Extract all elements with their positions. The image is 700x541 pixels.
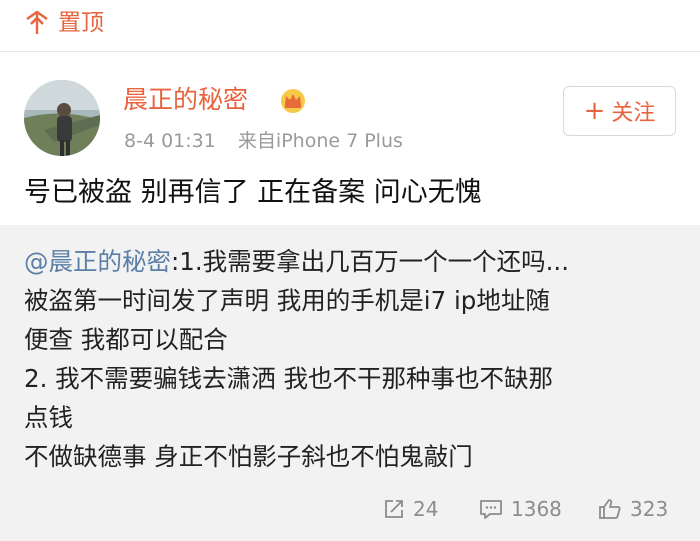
reposted-content[interactable]: @晨正的秘密:1.我需要拿出几百万一个一个还吗... 被盗第一时间发了声明 我用… (0, 225, 700, 541)
mention-link[interactable]: @晨正的秘密 (24, 247, 171, 276)
crown-icon (281, 89, 305, 113)
repost-line: @晨正的秘密:1.我需要拿出几百万一个一个还吗... (24, 247, 569, 276)
comment-icon (480, 500, 502, 519)
avatar[interactable] (24, 80, 100, 156)
divider (0, 51, 700, 52)
like-button[interactable]: 323 (598, 497, 668, 521)
post-source: 来自iPhone 7 Plus (237, 130, 403, 152)
pinned-header: 置顶 (0, 0, 700, 50)
repost-line: 2. 我不需要骗钱去潇洒 我也不干那种事也不缺那 (24, 364, 553, 393)
action-bar: 24 1368 323 (0, 497, 700, 527)
repost-button[interactable]: 24 (383, 497, 438, 521)
follow-button[interactable]: + 关注 (563, 86, 676, 136)
post-text: 号已被盗 别再信了 正在备案 问心无愧 (24, 177, 482, 208)
repost-line: 被盗第一时间发了声明 我用的手机是i7 ip地址随 (24, 286, 550, 315)
like-count: 323 (630, 497, 669, 521)
post-time: 8-4 01:31 (124, 130, 216, 152)
plus-icon: + (583, 96, 606, 126)
repost-line: 点钱 (24, 403, 73, 432)
repost-line: 不做缺德事 身正不怕影子斜也不怕鬼敲门 (24, 442, 473, 471)
pin-icon (26, 10, 48, 34)
author-name[interactable]: 晨正的秘密 (123, 84, 248, 116)
share-icon (385, 500, 403, 518)
comment-count: 1368 (511, 497, 562, 521)
repost-body: @晨正的秘密:1.我需要拿出几百万一个一个还吗... 被盗第一时间发了声明 我用… (24, 242, 684, 476)
comment-button[interactable]: 1368 (479, 497, 562, 521)
post-meta: 8-4 01:31 来自iPhone 7 Plus (124, 128, 403, 154)
follow-label: 关注 (611, 101, 656, 126)
pin-label: 置顶 (58, 10, 104, 36)
thumbs-up-icon (599, 499, 621, 519)
repost-line: 便查 我都可以配合 (24, 325, 228, 354)
repost-count: 24 (413, 497, 439, 521)
